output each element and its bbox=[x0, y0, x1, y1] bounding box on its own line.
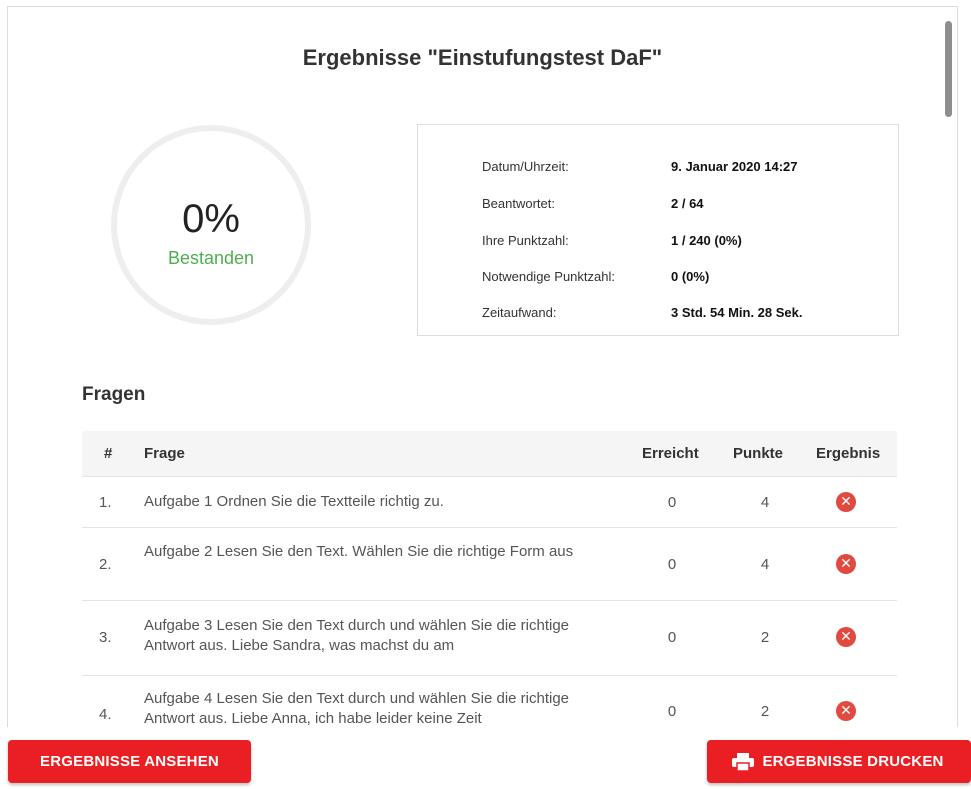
score-percent: 0% bbox=[182, 197, 240, 241]
points-value: 4 bbox=[760, 556, 770, 573]
stats-box: Datum/Uhrzeit: 9. Januar 2020 14:27 Bean… bbox=[417, 124, 899, 336]
achieved-value: 0 bbox=[667, 703, 677, 720]
stat-value: 9. Januar 2020 14:27 bbox=[671, 159, 798, 174]
stat-label: Datum/Uhrzeit: bbox=[482, 159, 569, 174]
row-number: 1. bbox=[99, 494, 112, 511]
points-value: 2 bbox=[760, 629, 770, 646]
achieved-value: 0 bbox=[667, 629, 677, 646]
stat-label: Ihre Punktzahl: bbox=[482, 233, 569, 248]
col-points: Punkte bbox=[733, 445, 784, 462]
row-number: 4. bbox=[99, 706, 112, 723]
stat-row-answered: Beantwortet: 2 / 64 bbox=[482, 196, 882, 214]
question-text: Aufgabe 4 Lesen Sie den Text durch und w… bbox=[144, 690, 570, 727]
x-circle-icon: ✕ bbox=[836, 701, 856, 721]
table-row: 3. Aufgabe 3 Lesen Sie den Text durch un… bbox=[82, 601, 897, 676]
stat-label: Beantwortet: bbox=[482, 196, 555, 211]
points-value: 4 bbox=[760, 494, 770, 511]
question-text: Aufgabe 1 Ordnen Sie die Textteile richt… bbox=[144, 493, 444, 510]
col-result: Ergebnis bbox=[816, 445, 881, 462]
stat-value: 2 / 64 bbox=[671, 196, 704, 211]
stat-label: Notwendige Punktzahl: bbox=[482, 269, 615, 284]
results-panel: Ergebnisse "Einstufungstest DaF" 0% Best… bbox=[7, 6, 958, 727]
col-achieved: Erreicht bbox=[642, 445, 699, 462]
stat-row-date: Datum/Uhrzeit: 9. Januar 2020 14:27 bbox=[482, 159, 882, 177]
row-number: 2. bbox=[99, 556, 112, 573]
stat-value: 1 / 240 (0%) bbox=[671, 233, 742, 248]
stat-row-required: Notwendige Punktzahl: 0 (0%) bbox=[482, 269, 882, 287]
table-row: 2. Aufgabe 2 Lesen Sie den Text. Wählen … bbox=[82, 528, 897, 601]
pass-status: Bestanden bbox=[167, 248, 255, 268]
table-header: # Frage Erreicht Punkte Ergebnis bbox=[82, 431, 897, 477]
stat-value: 3 Std. 54 Min. 28 Sek. bbox=[671, 305, 803, 320]
points-value: 2 bbox=[760, 703, 770, 720]
row-number: 3. bbox=[99, 629, 112, 646]
print-results-label: ERGEBNISSE DRUCKEN bbox=[762, 753, 944, 770]
questions-heading: Fragen bbox=[82, 384, 146, 405]
stat-label: Zeitaufwand: bbox=[482, 305, 557, 320]
achieved-value: 0 bbox=[667, 494, 677, 511]
x-circle-icon: ✕ bbox=[836, 554, 856, 574]
page-title: Ergebnisse "Einstufungstest DaF" bbox=[302, 45, 663, 70]
x-circle-icon: ✕ bbox=[836, 627, 856, 647]
col-num: # bbox=[104, 445, 113, 462]
x-circle-icon: ✕ bbox=[836, 492, 856, 512]
question-text: Aufgabe 2 Lesen Sie den Text. Wählen Sie… bbox=[144, 543, 574, 560]
col-question: Frage bbox=[144, 445, 185, 462]
table-row: 1. Aufgabe 1 Ordnen Sie die Textteile ri… bbox=[82, 477, 897, 528]
achieved-value: 0 bbox=[667, 556, 677, 573]
print-results-button[interactable]: ERGEBNISSE DRUCKEN bbox=[707, 740, 971, 783]
stat-row-score: Ihre Punktzahl: 1 / 240 (0%) bbox=[482, 233, 882, 251]
view-results-label: ERGEBNISSE ANSEHEN bbox=[40, 753, 219, 770]
stat-row-time: Zeitaufwand: 3 Std. 54 Min. 28 Sek. bbox=[482, 305, 882, 323]
table-row: 4. Aufgabe 4 Lesen Sie den Text durch un… bbox=[82, 676, 897, 727]
printer-icon bbox=[732, 753, 754, 771]
scrollbar-thumb[interactable] bbox=[945, 21, 952, 117]
view-results-button[interactable]: ERGEBNISSE ANSEHEN bbox=[8, 740, 251, 783]
question-text: Aufgabe 3 Lesen Sie den Text durch und w… bbox=[144, 617, 570, 654]
stat-value: 0 (0%) bbox=[671, 269, 710, 284]
questions-table: # Frage Erreicht Punkte Ergebnis 1. Aufg… bbox=[82, 431, 897, 727]
